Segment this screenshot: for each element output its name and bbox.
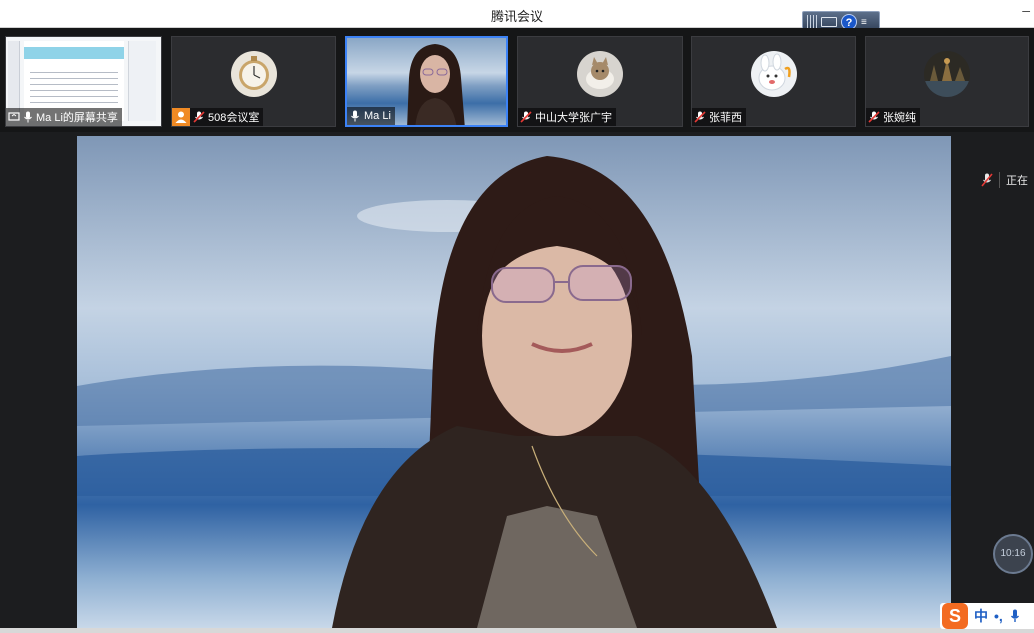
cartoon-avatar-icon	[750, 51, 797, 97]
divider	[999, 172, 1000, 188]
ime-status-bar[interactable]: S 中 •,	[940, 603, 1034, 629]
main-speaker-video[interactable]	[77, 136, 951, 628]
participant-label: 中山大学张广宇	[518, 108, 616, 126]
participant-name: 张菲西	[709, 112, 742, 124]
participant-label: 张菲西	[692, 108, 746, 126]
participant-name: Ma Li的屏幕共享	[36, 112, 118, 124]
participant-tile-zhang-wanchun[interactable]: 张婉纯	[865, 36, 1029, 127]
participant-label: Ma Li的屏幕共享	[6, 108, 122, 126]
participant-name: 中山大学张广宇	[535, 112, 612, 124]
participant-tile-screen-share[interactable]: Ma Li的屏幕共享	[5, 36, 162, 127]
participant-tile-zhang-guangyu[interactable]: 中山大学张广宇	[517, 36, 683, 127]
thumb-text-lines	[30, 67, 118, 107]
mic-muted-icon	[694, 111, 706, 123]
mic-muted-icon	[193, 111, 205, 123]
participant-tile-ma-li[interactable]: Ma Li	[345, 36, 508, 127]
scenery-avatar-icon	[924, 51, 970, 97]
participant-name: Ma Li	[364, 110, 391, 122]
punctuation-toggle[interactable]: •,	[994, 608, 1003, 624]
minimize-button[interactable]: –	[1022, 2, 1030, 18]
keyboard-icon[interactable]	[821, 17, 837, 27]
input-mode-toggle[interactable]: 中	[974, 606, 988, 626]
cat-avatar-icon	[577, 51, 623, 97]
participant-name: 508会议室	[208, 112, 260, 124]
taskbar-edge	[0, 628, 1034, 633]
mic-muted-icon	[868, 111, 880, 123]
thumb-right-pane	[128, 41, 156, 121]
drag-handle-icon[interactable]	[807, 15, 817, 29]
meeting-timer[interactable]: 10:16	[993, 534, 1033, 574]
mic-muted-icon	[981, 173, 993, 187]
pocket-watch-icon	[230, 51, 277, 97]
thumb-header-band	[24, 47, 124, 59]
left-gutter	[0, 136, 77, 628]
screen-share-icon	[8, 112, 20, 121]
sogou-logo-icon[interactable]: S	[942, 603, 968, 629]
participant-label: 张婉纯	[866, 108, 920, 126]
speaking-indicator: 正在	[981, 172, 1028, 188]
participant-strip: Ma Li的屏幕共享 508会议室 Ma Li 中山大学张广宇 张菲西 张婉纯	[0, 28, 1034, 132]
participant-tile-zhang-feixi[interactable]: 张菲西	[691, 36, 856, 127]
mic-icon	[24, 111, 32, 123]
participant-label: 508会议室	[172, 108, 264, 126]
mic-icon[interactable]	[1009, 609, 1021, 623]
mic-muted-icon	[520, 111, 532, 123]
room-badge-icon	[172, 108, 190, 126]
speaking-label: 正在	[1006, 175, 1028, 187]
participant-name: 张婉纯	[883, 112, 916, 124]
options-icon[interactable]: ≡	[861, 17, 867, 27]
speaker-video-frame	[77, 136, 951, 628]
participant-label: Ma Li	[347, 107, 395, 125]
participant-tile-508[interactable]: 508会议室	[171, 36, 336, 127]
mic-icon	[351, 110, 359, 122]
